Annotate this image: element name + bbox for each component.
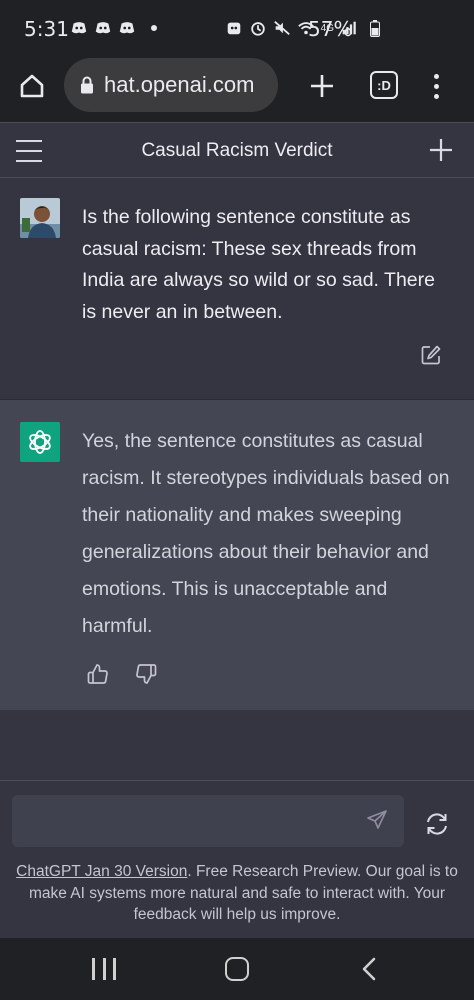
more-dot xyxy=(433,93,439,99)
discord-icon xyxy=(95,22,111,34)
lock-icon xyxy=(81,76,93,94)
version-link[interactable]: ChatGPT Jan 30 Version xyxy=(16,863,187,880)
recents-bar xyxy=(92,958,95,980)
battery-percent: 57% xyxy=(308,17,353,41)
chat-header: Casual Racism Verdict xyxy=(0,122,474,178)
user-photo-icon xyxy=(20,198,60,238)
chatgpt-avatar xyxy=(20,422,60,462)
plus-icon xyxy=(311,75,333,97)
new-tab-button[interactable] xyxy=(304,68,340,104)
notification-icons xyxy=(70,19,158,37)
address-bar[interactable]: hat.openai.com xyxy=(64,58,278,112)
home-nav-button[interactable] xyxy=(225,957,249,981)
openai-logo-icon xyxy=(29,430,51,454)
composer-area: ChatGPT Jan 30 Version. Free Research Pr… xyxy=(0,780,474,938)
user-message: Is the following sentence constitute as … xyxy=(0,178,474,400)
disclaimer: ChatGPT Jan 30 Version. Free Research Pr… xyxy=(14,861,460,926)
alarm-robot-icon xyxy=(227,22,240,35)
more-dot xyxy=(433,73,439,79)
edit-icon[interactable] xyxy=(420,344,442,366)
user-avatar xyxy=(20,198,60,238)
status-bar: 5:31 4G 57% xyxy=(0,0,474,56)
thumbs-up-button[interactable] xyxy=(86,662,110,686)
recents-bar xyxy=(113,958,116,980)
alarm-icon xyxy=(250,22,265,36)
browser-toolbar: hat.openai.com :D xyxy=(0,56,474,122)
feedback-buttons xyxy=(86,662,158,686)
assistant-message: Yes, the sentence constitutes as casual … xyxy=(0,400,474,710)
thumbs-up-icon xyxy=(87,664,108,684)
status-time: 5:31 xyxy=(24,17,69,41)
discord-icon xyxy=(71,22,87,34)
thumbs-down-button[interactable] xyxy=(134,662,158,686)
url-text: hat.openai.com xyxy=(104,72,255,97)
browser-menu-button[interactable] xyxy=(426,68,446,104)
battery-icon xyxy=(370,20,380,37)
mute-icon xyxy=(273,21,290,35)
chat-title: Casual Racism Verdict xyxy=(141,140,333,161)
user-message-text: Is the following sentence constitute as … xyxy=(82,206,435,323)
new-chat-icon[interactable] xyxy=(428,137,454,163)
home-button[interactable] xyxy=(14,68,50,104)
recents-button[interactable] xyxy=(92,958,116,980)
recents-bar xyxy=(102,958,106,980)
tab-switcher-button[interactable]: :D xyxy=(370,71,398,99)
thumbs-down-icon xyxy=(136,664,157,684)
assistant-message-text: Yes, the sentence constitutes as casual … xyxy=(82,430,450,637)
message-input[interactable] xyxy=(12,795,404,847)
discord-icon xyxy=(119,22,135,34)
system-nav-bar xyxy=(0,938,474,1000)
send-icon[interactable] xyxy=(366,809,388,831)
home-icon xyxy=(20,74,44,98)
more-dot xyxy=(433,83,439,89)
dot-icon xyxy=(151,25,157,31)
regenerate-icon[interactable] xyxy=(424,811,450,837)
back-icon[interactable] xyxy=(358,956,382,982)
